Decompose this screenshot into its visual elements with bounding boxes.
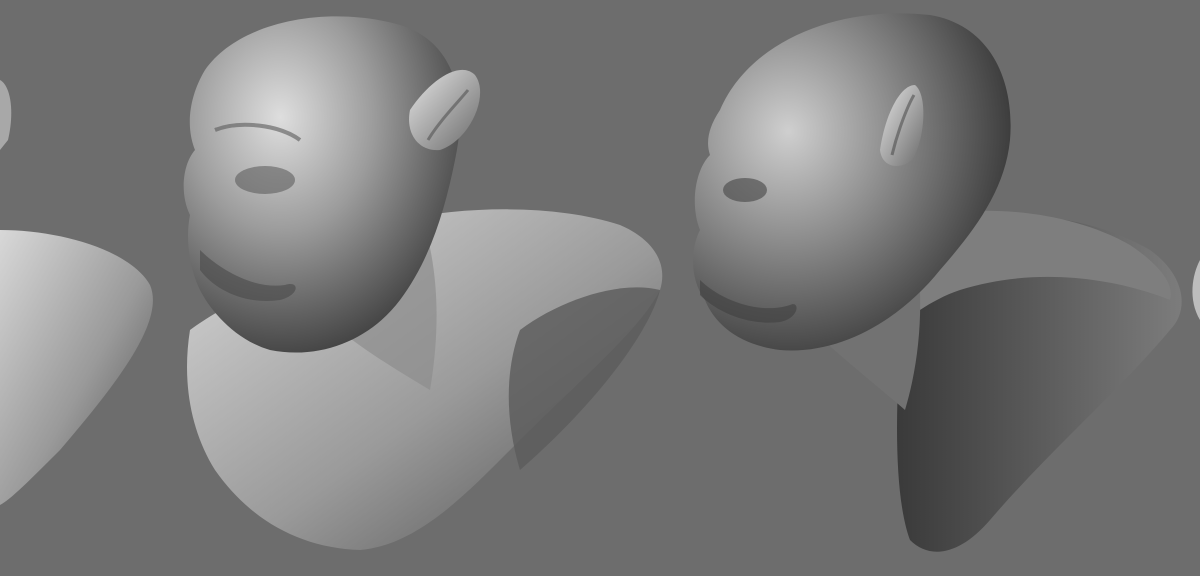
cropped-bust-right-edge <box>1192 260 1200 320</box>
sculpt-bust-center <box>183 16 663 550</box>
sculpt-bust-right <box>693 13 1182 552</box>
cropped-bust-left <box>0 80 153 505</box>
sculpt-render <box>0 13 1200 552</box>
sculpt-viewport <box>0 0 1200 576</box>
